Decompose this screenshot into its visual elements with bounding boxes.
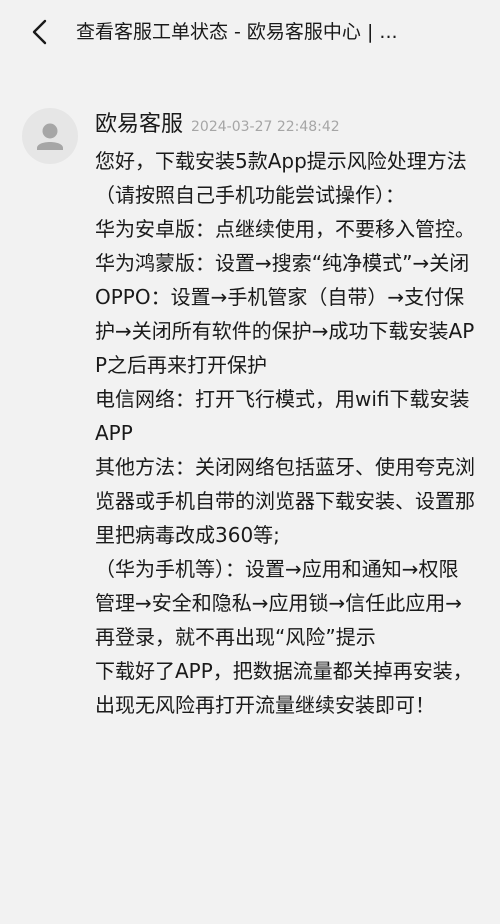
top-bar: 查看客服工单状态 - 欧易客服中心 | ... — [0, 0, 500, 64]
message-paragraph: （华为手机等）：设置→应用和通知→权限管理→安全和隐私→应用锁→信任此应用→再登… — [95, 557, 463, 649]
user-icon — [37, 123, 63, 150]
message-paragraph: 电信网络：打开飞行模式，用wifi下载安装APP — [95, 387, 470, 445]
sender-name: 欧易客服 — [95, 112, 184, 137]
message-timestamp: 2024-03-27 22:48:42 — [191, 119, 340, 135]
message-paragraph: OPPO：设置→手机管家（自带）→支付保护→关闭所有软件的保护→成功下载安装AP… — [95, 285, 475, 377]
avatar — [22, 108, 78, 164]
chevron-left-icon — [32, 19, 47, 45]
back-button[interactable] — [24, 16, 56, 48]
message-header: 欧易客服 2024-03-27 22:48:42 — [95, 106, 340, 146]
page-title: 查看客服工单状态 - 欧易客服中心 | ... — [76, 21, 398, 43]
message-paragraph: 华为安卓版：点继续使用，不要移入管控。 — [95, 217, 475, 241]
message-paragraph: 您好，下载安装5款App提示风险处理方法（请按照自己手机功能尝试操作）： — [95, 149, 467, 207]
message-paragraph: 其他方法：关闭网络包括蓝牙、使用夸克浏览器或手机自带的浏览器下载安装、设置那里把… — [95, 455, 475, 547]
message-paragraph: 下载好了APP，把数据流量都关掉再安装，出现无风险再打开流量继续安装即可！ — [95, 659, 473, 717]
message-paragraph: 华为鸿蒙版：设置→搜索“纯净模式”→关闭 — [95, 251, 470, 275]
message-body: 您好，下载安装5款App提示风险处理方法（请按照自己手机功能尝试操作）： 华为安… — [95, 144, 478, 722]
